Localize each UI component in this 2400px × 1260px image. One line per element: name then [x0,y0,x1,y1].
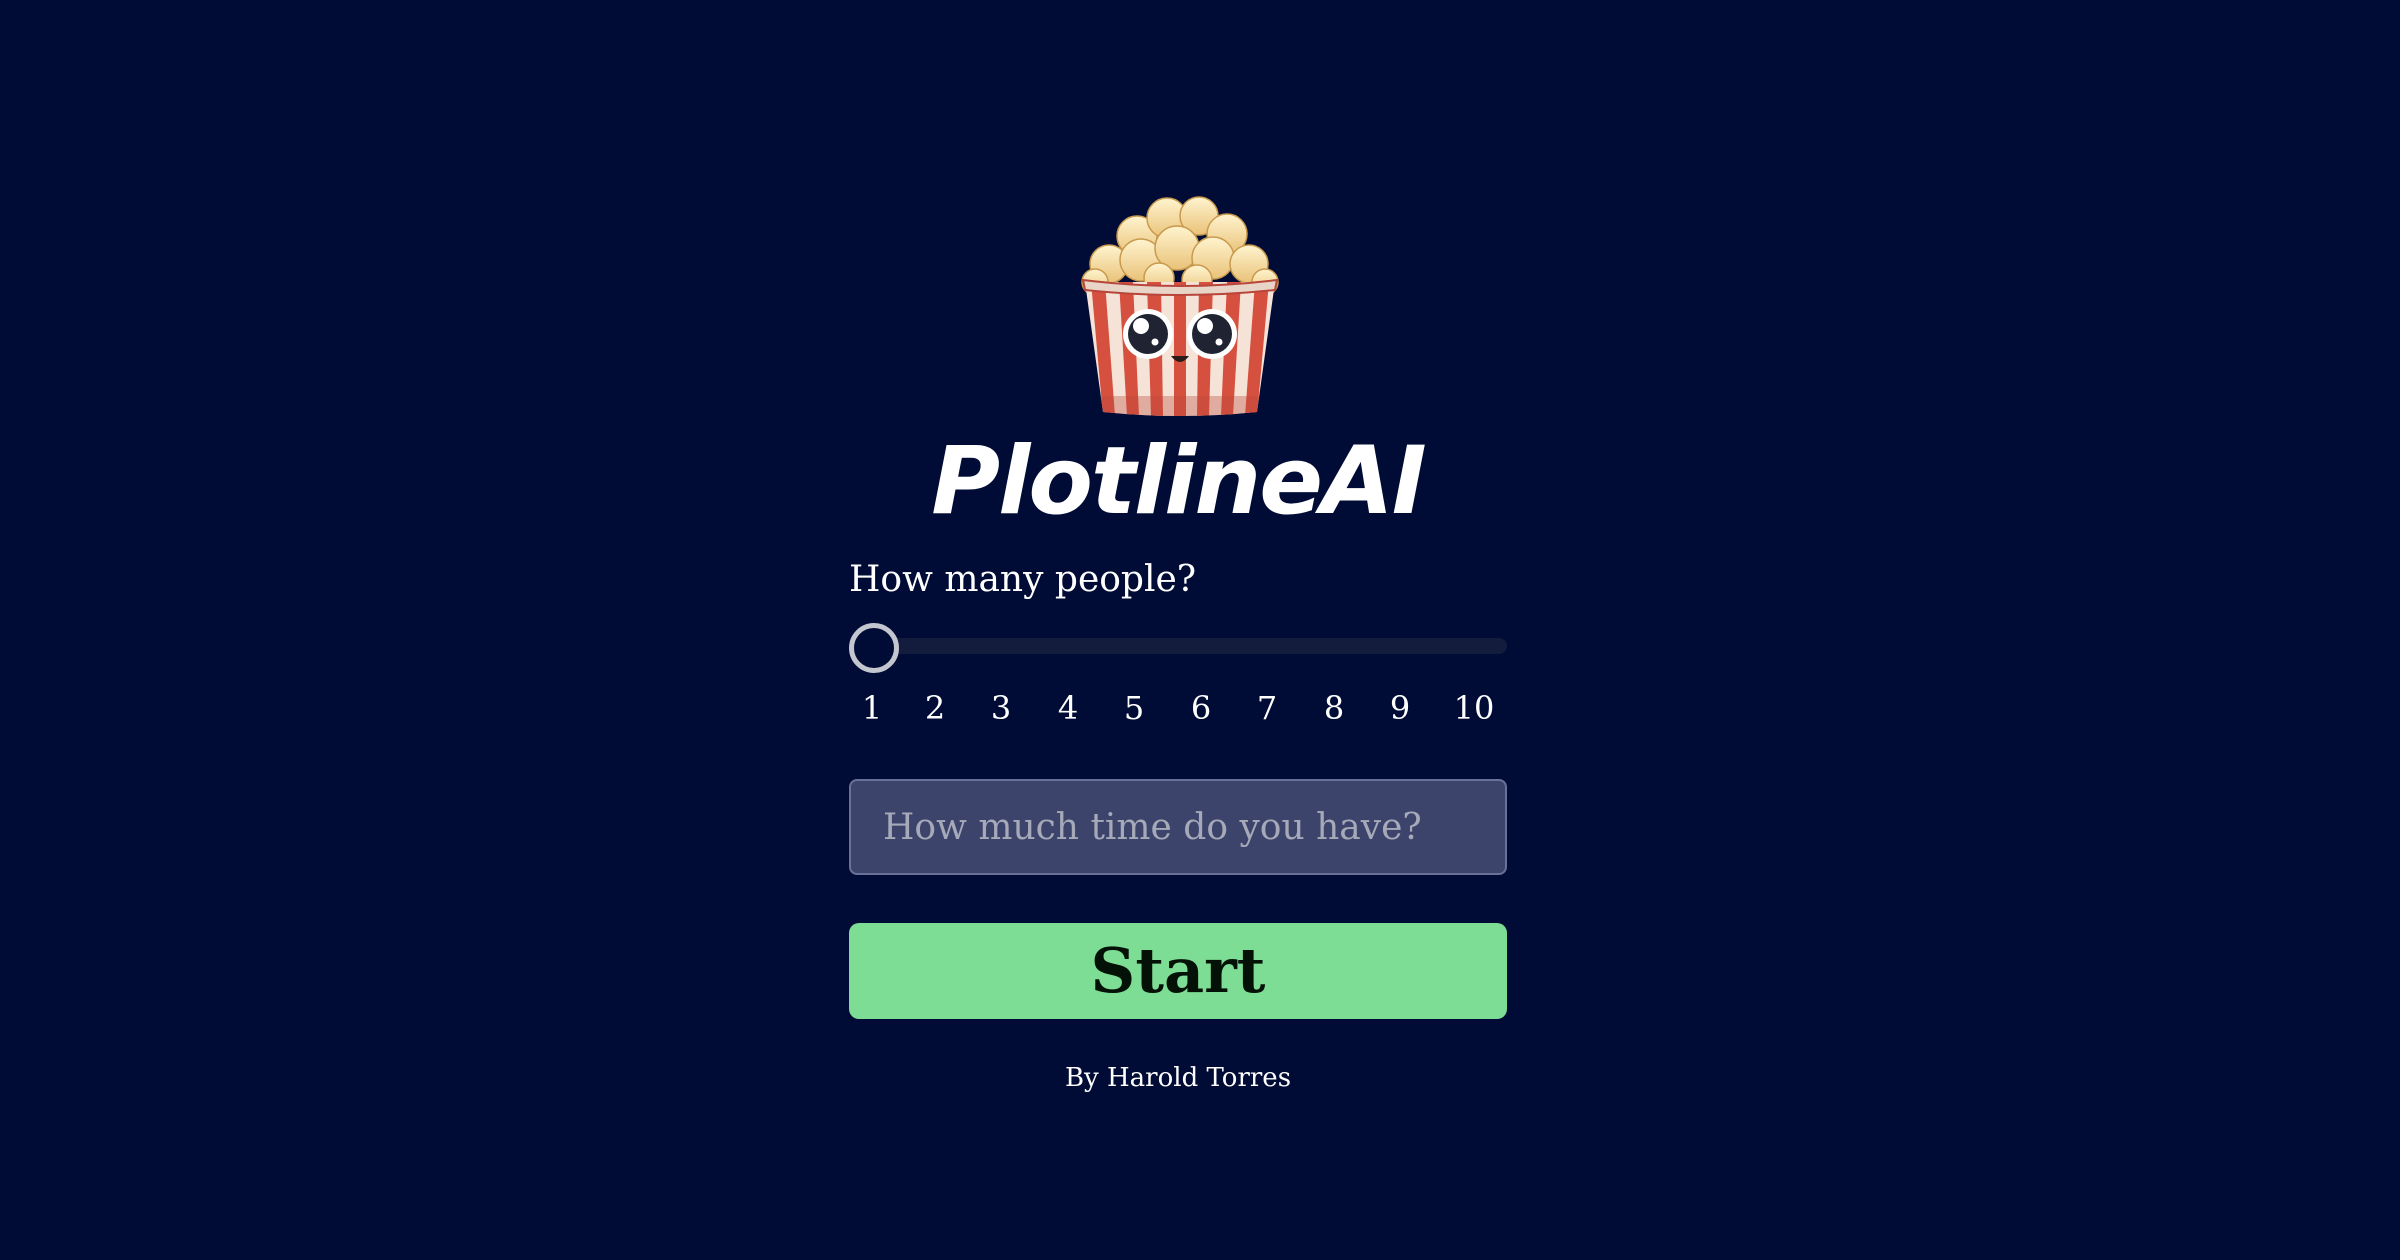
time-available-input[interactable] [849,779,1507,875]
slider-tick-5: 5 [1123,689,1145,727]
slider-tick-6: 6 [1190,689,1212,727]
slider-tick-4: 4 [1057,689,1079,727]
author-byline: By Harold Torres [1064,1063,1292,1093]
app-title: PlotlineAI [931,427,1426,536]
start-button[interactable]: Start [849,923,1507,1019]
slider-tick-2: 2 [924,689,946,727]
slider-tick-8: 8 [1323,689,1345,727]
people-slider-thumb[interactable] [849,623,899,673]
people-slider-ticks: 1 2 3 4 5 6 7 8 9 10 [849,684,1507,732]
slider-tick-3: 3 [990,689,1012,727]
slider-tick-7: 7 [1256,689,1278,727]
slider-tick-1: 1 [861,689,883,727]
people-count-label: How many people? [849,559,1197,600]
popcorn-mascot-icon [1081,196,1279,416]
slider-tick-9: 9 [1389,689,1411,727]
main-panel: PlotlineAI How many people? 1 2 3 4 5 6 … [849,0,1507,1260]
slider-tick-10: 10 [1453,689,1495,727]
people-slider-track[interactable] [849,638,1507,654]
